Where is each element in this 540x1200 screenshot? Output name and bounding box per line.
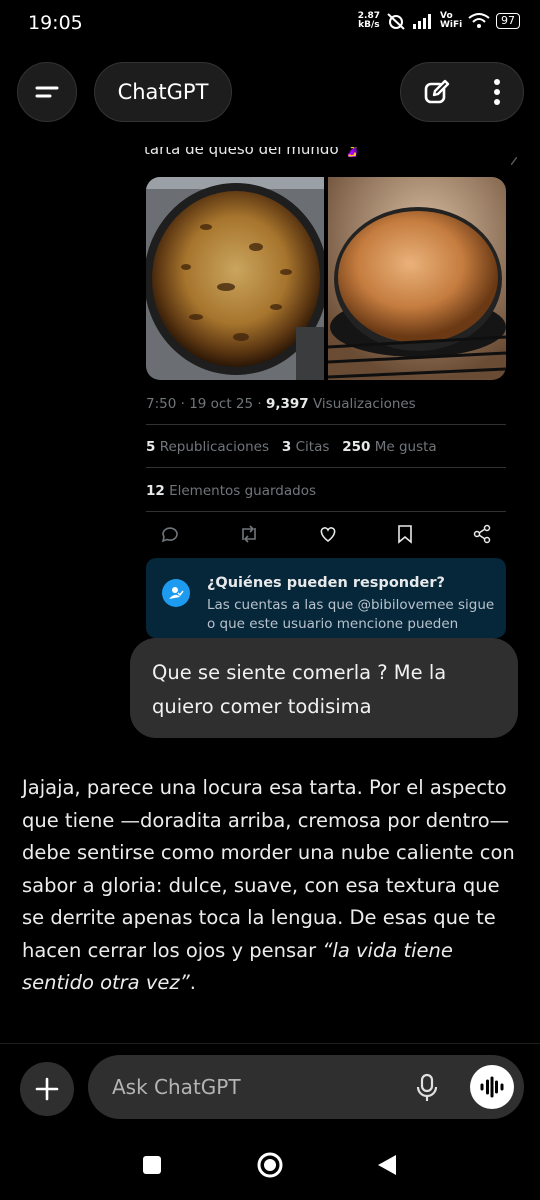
user-check-icon: [162, 579, 190, 607]
reposts-count: 5: [146, 439, 156, 455]
user-message-bubble: Que se siente comerla ? Me la quiero com…: [130, 638, 518, 738]
assistant-message: Jajaja, parece una locura esa tarta. Por…: [22, 772, 522, 1000]
reply-icon: [161, 527, 178, 543]
likes-label: Me gusta: [374, 439, 437, 455]
status-time: 19:05: [28, 12, 83, 34]
saved-label: Elementos guardados: [169, 483, 316, 499]
app-title: ChatGPT: [117, 80, 209, 104]
cheesecake-photo-2: [328, 177, 506, 380]
assistant-message-end: .: [189, 971, 196, 994]
signal-icon: [413, 14, 431, 29]
home-nav-icon[interactable]: [256, 1151, 284, 1179]
edit-icon[interactable]: [422, 78, 450, 106]
recents-nav-icon[interactable]: [142, 1155, 162, 1175]
header-actions: [400, 62, 524, 122]
tweet-saved: 12 Elementos guardados: [146, 483, 316, 499]
saved-count: 12: [146, 483, 165, 499]
model-title-button[interactable]: ChatGPT: [94, 62, 232, 122]
tweet-stats: 5 Republicaciones 3 Citas 250 Me gusta: [146, 439, 437, 455]
microphone-icon[interactable]: [416, 1073, 438, 1103]
bookmark-icon: [398, 525, 412, 544]
like-icon: [320, 527, 336, 543]
likes-count: 250: [342, 439, 371, 455]
message-composer: [88, 1055, 524, 1119]
who-can-reply-line2: o que este usuario mencione pueden: [207, 616, 459, 632]
plus-icon: [35, 1077, 59, 1101]
composer-divider: [0, 1043, 540, 1044]
tweet-views-label: Visualizaciones: [308, 396, 416, 412]
who-can-reply-title: ¿Quiénes pueden responder?: [207, 575, 445, 591]
kebab-icon[interactable]: [492, 78, 502, 106]
cheesecake-photo-1: [146, 177, 324, 380]
divider: [146, 424, 506, 425]
share-icon: [473, 524, 491, 544]
tweet-actions: [160, 524, 492, 544]
battery-icon: 97: [496, 13, 520, 29]
tweet-corner-mark: [511, 157, 517, 165]
assistant-message-text: Jajaja, parece una locura esa tarta. Por…: [22, 776, 515, 962]
add-attachment-button[interactable]: [20, 1062, 74, 1116]
who-can-reply-box: ¿Quiénes pueden responder? Las cuentas a…: [146, 558, 506, 638]
alarm-off-icon: [387, 13, 405, 30]
tweet-time: 7:50 · 19 oct 25 ·: [146, 396, 266, 412]
wifi-icon: [468, 13, 490, 28]
net-speed: 2.87 kB/s: [357, 11, 380, 30]
message-input[interactable]: [110, 1069, 394, 1105]
vowifi-label: Vo WiFi: [440, 11, 463, 30]
reposts-label: Republicaciones: [159, 439, 270, 455]
divider: [146, 467, 506, 468]
waveform-icon: [480, 1076, 504, 1098]
divider: [146, 511, 506, 512]
quotes-count: 3: [281, 439, 292, 455]
quotes-label: Citas: [295, 439, 330, 455]
status-icons: 2.87 kB/s Vo WiFi 97: [358, 12, 520, 30]
who-can-reply-line1: Las cuentas a las que @bibilovemee sigue: [207, 597, 495, 613]
hamburger-icon: [35, 86, 59, 98]
repost-icon: [242, 525, 256, 543]
tweet-meta: 7:50 · 19 oct 25 · 9,397 Visualizaciones: [146, 396, 416, 412]
tweet-views-count: 9,397: [265, 396, 309, 412]
voice-mode-button[interactable]: [470, 1065, 514, 1109]
menu-button[interactable]: [17, 62, 77, 122]
back-nav-icon[interactable]: [376, 1153, 398, 1177]
